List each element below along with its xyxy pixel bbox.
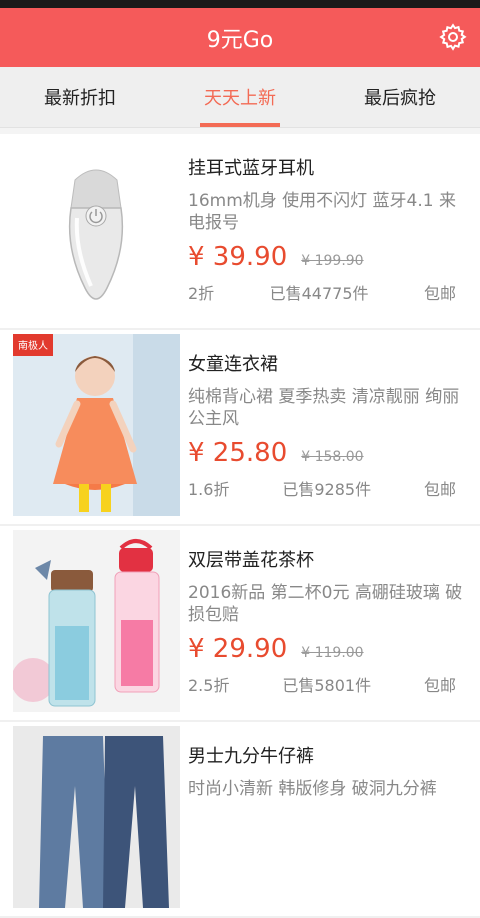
product-image-dress: 南极人 — [13, 334, 180, 516]
product-desc: 纯棉背心裙 夏季热卖 清凉靓丽 绚丽公主风 — [188, 387, 460, 429]
product-item[interactable]: 男士九分牛仔裤 时尚小清新 韩版修身 破洞九分裤 — [0, 722, 480, 918]
app-title: 9元Go — [206, 27, 274, 53]
tab-label: 天天上新 — [204, 88, 276, 109]
sold-count: 已售9285件 — [282, 480, 372, 499]
product-item[interactable]: 双层带盖花茶杯 2016新品 第二杯0元 高硼硅玻璃 破损包赔 ¥ 29.90 … — [0, 526, 480, 722]
product-info: 双层带盖花茶杯 2016新品 第二杯0元 高硼硅玻璃 破损包赔 ¥ 29.90 … — [180, 526, 480, 720]
tab-label: 最新折扣 — [44, 88, 116, 109]
product-name: 女童连衣裙 — [188, 354, 278, 375]
product-price: ¥ 39.90 — [188, 242, 288, 272]
discount-label: 2.5折 — [188, 676, 230, 695]
sold-count: 已售5801件 — [282, 676, 372, 695]
product-image-jeans — [13, 726, 180, 908]
product-desc: 16mm机身 使用不闪灯 蓝牙4.1 来电报号 — [188, 191, 456, 233]
brand-tag: 南极人 — [18, 339, 48, 352]
product-name: 挂耳式蓝牙耳机 — [188, 158, 314, 179]
gear-icon[interactable] — [438, 22, 468, 52]
meta-row: 2.5折 已售5801件 包邮 — [188, 672, 480, 696]
meta-row: 2折 已售44775件 包邮 — [188, 280, 480, 304]
sold-count: 已售44775件 — [269, 284, 369, 303]
price-row: ¥ 39.90 ¥ 199.90 — [188, 242, 480, 272]
shipping-label: 包邮 — [423, 676, 456, 695]
product-desc: 2016新品 第二杯0元 高硼硅玻璃 破损包赔 — [188, 583, 463, 625]
product-name: 男士九分牛仔裤 — [188, 746, 314, 767]
product-price: ¥ 25.80 — [188, 438, 288, 468]
product-item[interactable]: 挂耳式蓝牙耳机 16mm机身 使用不闪灯 蓝牙4.1 来电报号 ¥ 39.90 … — [0, 134, 480, 330]
product-info: 男士九分牛仔裤 时尚小清新 韩版修身 破洞九分裤 — [180, 722, 480, 916]
tab-latest-discount[interactable]: 最新折扣 — [0, 67, 160, 127]
product-desc: 时尚小清新 韩版修身 破洞九分裤 — [188, 779, 437, 799]
discount-label: 2折 — [188, 284, 215, 303]
product-list: 挂耳式蓝牙耳机 16mm机身 使用不闪灯 蓝牙4.1 来电报号 ¥ 39.90 … — [0, 134, 480, 918]
shipping-label: 包邮 — [423, 284, 456, 303]
product-old-price: ¥ 199.90 — [301, 253, 364, 269]
product-image-earphone — [13, 138, 180, 320]
product-image-bottles — [13, 530, 180, 712]
meta-row: 1.6折 已售9285件 包邮 — [188, 476, 480, 500]
tab-daily-new[interactable]: 天天上新 — [160, 67, 320, 127]
product-name: 双层带盖花茶杯 — [188, 550, 314, 571]
product-old-price: ¥ 119.00 — [301, 645, 364, 661]
price-row: ¥ 29.90 ¥ 119.00 — [188, 634, 480, 664]
status-bar — [0, 0, 480, 8]
price-row: ¥ 25.80 ¥ 158.00 — [188, 438, 480, 468]
app-bar: 9元Go — [0, 8, 480, 67]
product-item[interactable]: 南极人 女童连衣裙 纯棉背心裙 夏季热卖 清凉靓丽 绚丽公主风 ¥ 25.80 … — [0, 330, 480, 526]
tab-bar: 最新折扣 天天上新 最后疯抢 — [0, 67, 480, 128]
product-price: ¥ 29.90 — [188, 634, 288, 664]
shipping-label: 包邮 — [423, 480, 456, 499]
tab-label: 最后疯抢 — [364, 88, 436, 109]
discount-label: 1.6折 — [188, 480, 230, 499]
tab-final-rush[interactable]: 最后疯抢 — [320, 67, 480, 127]
product-old-price: ¥ 158.00 — [301, 449, 364, 465]
product-info: 挂耳式蓝牙耳机 16mm机身 使用不闪灯 蓝牙4.1 来电报号 ¥ 39.90 … — [180, 134, 480, 328]
product-info: 女童连衣裙 纯棉背心裙 夏季热卖 清凉靓丽 绚丽公主风 ¥ 25.80 ¥ 15… — [180, 330, 480, 524]
